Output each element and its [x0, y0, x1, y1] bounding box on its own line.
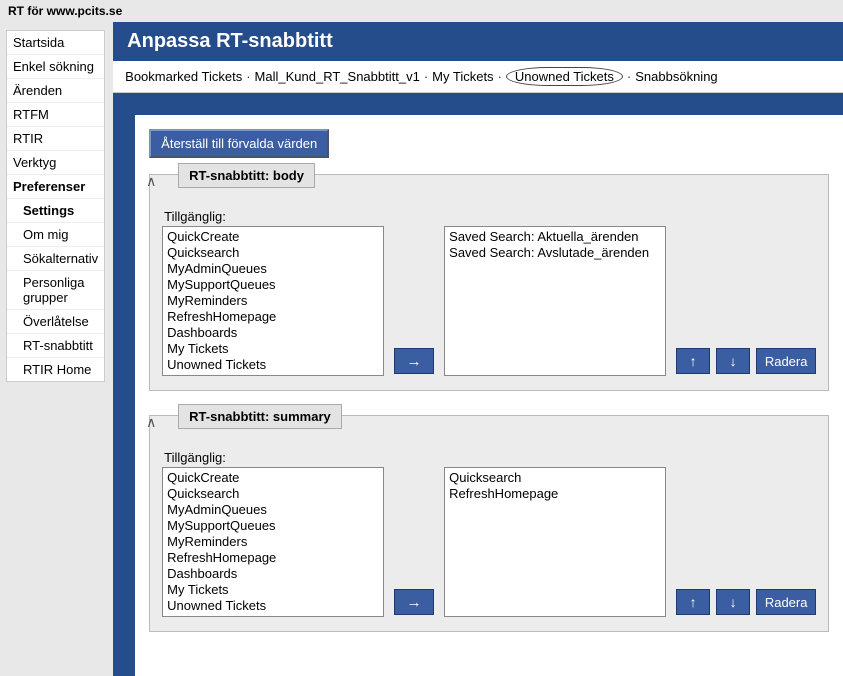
list-item[interactable]: MyAdminQueues — [165, 502, 381, 518]
list-item[interactable]: MySupportQueues — [165, 277, 381, 293]
sidebar-item-13[interactable]: RTIR Home — [7, 358, 104, 381]
sidebar-item-10[interactable]: Personliga grupper — [7, 271, 104, 310]
list-item[interactable]: Unowned Tickets — [165, 357, 381, 373]
breadcrumb-link-4[interactable]: Snabbsökning — [635, 69, 717, 84]
sidebar-item-11[interactable]: Överlåtelse — [7, 310, 104, 334]
list-item[interactable]: Bookmarked Tickets — [165, 373, 381, 376]
breadcrumb-link-2[interactable]: My Tickets — [432, 69, 493, 84]
list-item[interactable]: QuickCreate — [165, 229, 381, 245]
move-down-button[interactable]: ↓ — [716, 348, 750, 374]
available-label: Tillgänglig: — [164, 450, 816, 465]
list-item[interactable]: My Tickets — [165, 341, 381, 357]
panel-0: ∧RT-snabbtitt: bodyTillgänglig:QuickCrea… — [149, 174, 829, 391]
list-item[interactable]: Unowned Tickets — [165, 598, 381, 614]
main: Anpassa RT-snabbtitt Bookmarked Tickets ·… — [113, 22, 843, 676]
panel-columns: QuickCreateQuicksearchMyAdminQueuesMySup… — [162, 226, 816, 376]
move-up-button[interactable]: ↑ — [676, 589, 710, 615]
breadcrumb-link-0[interactable]: Bookmarked Tickets — [125, 69, 242, 84]
list-item[interactable]: MyReminders — [165, 534, 381, 550]
breadcrumb: Bookmarked Tickets · Mall_Kund_RT_Snabbtit… — [113, 61, 843, 93]
sidebar-item-6[interactable]: Preferenser — [7, 175, 104, 199]
list-item[interactable]: Dashboards — [165, 566, 381, 582]
move-right-button[interactable]: → — [394, 589, 434, 615]
list-item[interactable]: MySupportQueues — [165, 518, 381, 534]
breadcrumb-link-1[interactable]: Mall_Kund_RT_Snabbtitt_v1 — [255, 69, 420, 84]
breadcrumb-sep: · — [246, 69, 250, 84]
list-item[interactable]: Dashboards — [165, 325, 381, 341]
app-title: RT för www.pcits.se — [8, 4, 122, 18]
sidebar-item-2[interactable]: Ärenden — [7, 79, 104, 103]
breadcrumb-sep: · — [424, 69, 428, 84]
list-item[interactable]: RefreshHomepage — [447, 486, 663, 502]
move-down-button[interactable]: ↓ — [716, 589, 750, 615]
sidebar-item-3[interactable]: RTFM — [7, 103, 104, 127]
available-listbox[interactable]: QuickCreateQuicksearchMyAdminQueuesMySup… — [162, 226, 384, 376]
list-item[interactable]: Quicksearch — [165, 486, 381, 502]
delete-button[interactable]: Radera — [756, 348, 816, 374]
list-item[interactable]: RefreshHomepage — [165, 550, 381, 566]
list-item[interactable]: QuickCreate — [165, 470, 381, 486]
panel-1: ∧RT-snabbtitt: summaryTillgänglig:QuickC… — [149, 415, 829, 632]
breadcrumb-link-3[interactable]: Unowned Tickets — [506, 67, 623, 86]
sidebar-item-1[interactable]: Enkel sökning — [7, 55, 104, 79]
panel-title: RT-snabbtitt: summary — [178, 404, 342, 429]
list-item[interactable]: Bookmarked Tickets — [165, 614, 381, 617]
sidebar: StartsidaEnkel sökningÄrendenRTFMRTIRVer… — [6, 30, 105, 382]
sidebar-item-9[interactable]: Sökalternativ — [7, 247, 104, 271]
collapse-icon[interactable]: ∧ — [146, 414, 156, 431]
panel-columns: QuickCreateQuicksearchMyAdminQueuesMySup… — [162, 467, 816, 617]
move-up-button[interactable]: ↑ — [676, 348, 710, 374]
panel-title: RT-snabbtitt: body — [178, 163, 315, 188]
sidebar-item-4[interactable]: RTIR — [7, 127, 104, 151]
list-item[interactable]: Quicksearch — [447, 470, 663, 486]
collapse-icon[interactable]: ∧ — [146, 173, 156, 190]
selected-listbox[interactable]: QuicksearchRefreshHomepage — [444, 467, 666, 617]
selected-listbox[interactable]: Saved Search: Aktuella_ärendenSaved Sear… — [444, 226, 666, 376]
list-item[interactable]: RefreshHomepage — [165, 309, 381, 325]
available-listbox[interactable]: QuickCreateQuicksearchMyAdminQueuesMySup… — [162, 467, 384, 617]
page-header: Anpassa RT-snabbtitt — [113, 22, 843, 61]
delete-button[interactable]: Radera — [756, 589, 816, 615]
topbar: RT för www.pcits.se — [0, 0, 843, 22]
list-item[interactable]: Saved Search: Aktuella_ärenden — [447, 229, 663, 245]
reset-button[interactable]: Återställ till förvalda värden — [149, 129, 329, 158]
breadcrumb-sep: · — [498, 69, 502, 84]
list-item[interactable]: Saved Search: Avslutade_ärenden — [447, 245, 663, 261]
list-item[interactable]: MyReminders — [165, 293, 381, 309]
available-label: Tillgänglig: — [164, 209, 816, 224]
list-item[interactable]: My Tickets — [165, 582, 381, 598]
content-body: Återställ till förvalda värden ∧RT-snabb… — [135, 115, 843, 676]
sidebar-item-5[interactable]: Verktyg — [7, 151, 104, 175]
page-title: Anpassa RT-snabbtitt — [127, 30, 333, 52]
sidebar-item-12[interactable]: RT-snabbtitt — [7, 334, 104, 358]
content-frame: Återställ till förvalda värden ∧RT-snabb… — [113, 93, 843, 676]
sidebar-item-7[interactable]: Settings — [7, 199, 104, 223]
list-item[interactable]: Quicksearch — [165, 245, 381, 261]
sidebar-item-8[interactable]: Om mig — [7, 223, 104, 247]
sidebar-item-0[interactable]: Startsida — [7, 31, 104, 55]
move-right-button[interactable]: → — [394, 348, 434, 374]
list-item[interactable]: MyAdminQueues — [165, 261, 381, 277]
breadcrumb-sep: · — [627, 69, 631, 84]
